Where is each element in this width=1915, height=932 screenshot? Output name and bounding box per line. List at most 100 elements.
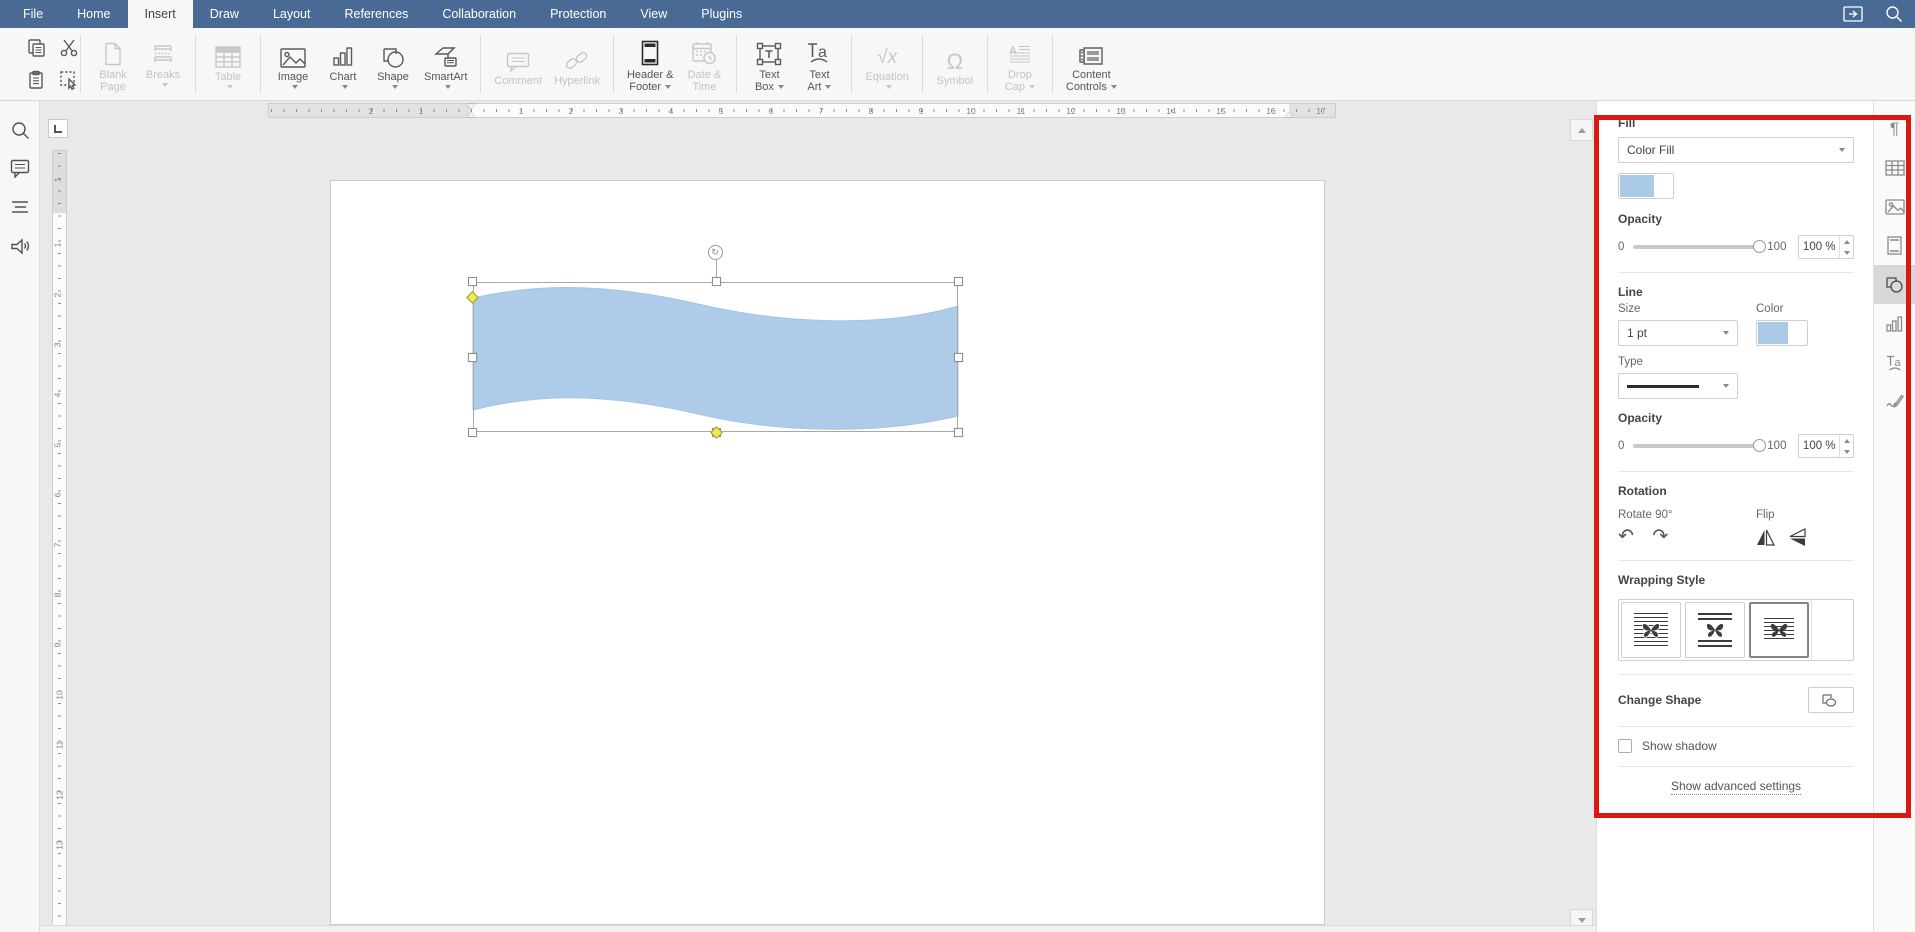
tab-collaboration[interactable]: Collaboration — [425, 0, 533, 28]
blank-page-button[interactable]: Blank Page — [90, 34, 136, 95]
flip-horizontal-icon[interactable] — [1756, 529, 1775, 546]
rotate-clockwise-icon[interactable]: ↷ — [1652, 526, 1668, 547]
date-time-button[interactable]: Date & Time — [681, 34, 727, 95]
first-line-indent-marker[interactable] — [467, 104, 475, 109]
shape-settings-icon[interactable] — [1874, 265, 1915, 304]
tab-insert[interactable]: Insert — [127, 0, 193, 28]
open-file-location-icon[interactable] — [1843, 6, 1863, 22]
resize-handle-ne[interactable] — [954, 277, 963, 286]
tab-view[interactable]: View — [623, 0, 684, 28]
paragraph-settings-icon[interactable]: ¶ — [1874, 109, 1915, 148]
shape-button[interactable]: Shape — [370, 36, 416, 93]
comment-button[interactable]: Comment — [490, 40, 546, 89]
tab-protection[interactable]: Protection — [533, 0, 623, 28]
resize-handle-n[interactable] — [711, 277, 721, 286]
rotation-handle[interactable]: ↻ — [707, 245, 723, 260]
drop-cap-button[interactable]: A Drop Cap — [997, 34, 1043, 95]
scroll-up-button[interactable] — [1570, 119, 1593, 141]
fill-opacity-input[interactable]: 100 % — [1798, 235, 1854, 259]
resize-handle-nw[interactable] — [468, 277, 477, 286]
text-art-button[interactable]: a Text Art — [796, 34, 842, 95]
wrap-option-square[interactable] — [1621, 602, 1681, 658]
line-opacity-input[interactable]: 100 % — [1798, 434, 1854, 458]
content-controls-button[interactable]: Content Controls — [1062, 34, 1121, 95]
resize-handle-sw[interactable] — [468, 428, 477, 437]
horizontal-scrollbar[interactable] — [40, 925, 1596, 932]
chart-icon — [332, 38, 354, 68]
change-shape-button[interactable] — [1808, 687, 1854, 713]
wrapping-style-selector — [1618, 599, 1854, 661]
tab-stop-l-icon — [54, 124, 62, 133]
ruler-number: 13 — [54, 840, 65, 850]
ruler-corner-tab-selector[interactable] — [48, 119, 68, 138]
ruler-number: 5 — [718, 106, 724, 116]
equation-icon: √x — [877, 46, 898, 68]
rotate-counterclockwise-icon[interactable]: ↶ — [1618, 526, 1634, 547]
step-down-icon[interactable] — [1843, 449, 1850, 454]
breaks-icon — [151, 36, 175, 66]
chart-button[interactable]: Chart — [320, 36, 366, 93]
ruler-number: 16 — [1266, 106, 1276, 116]
line-color-picker[interactable] — [1756, 320, 1808, 346]
svg-text:A: A — [1009, 45, 1017, 57]
signature-settings-icon[interactable] — [1874, 382, 1915, 421]
chevron-down-icon — [665, 84, 672, 89]
fill-opacity-slider[interactable] — [1633, 240, 1767, 253]
chart-settings-icon[interactable] — [1874, 304, 1915, 343]
rotate-90-label: Rotate 90° — [1618, 509, 1673, 521]
line-opacity-title: Opacity — [1618, 411, 1663, 425]
breaks-button[interactable]: Breaks — [140, 34, 186, 91]
hyperlink-button[interactable]: Hyperlink — [550, 40, 604, 89]
line-opacity-slider[interactable] — [1633, 439, 1767, 452]
vertical-ruler[interactable]: 1 1 2 3 4 5 6 7 8 9 10 11 12 13 — [52, 150, 67, 930]
wrap-option-top-and-bottom[interactable] — [1685, 602, 1745, 658]
document-canvas[interactable]: 2 1 1 2 3 4 5 6 7 8 9 10 11 12 13 14 15 16 17 1 1 2 3 4 5 6 7 8 9 10… — [40, 101, 1596, 932]
header-footer-settings-icon[interactable] — [1874, 226, 1915, 265]
fill-type-dropdown[interactable]: Color Fill — [1618, 137, 1854, 163]
fill-color-picker[interactable] — [1618, 173, 1674, 199]
slider-thumb[interactable] — [1753, 240, 1767, 253]
line-type-label: Type — [1618, 356, 1643, 368]
image-button[interactable]: Image — [270, 36, 316, 93]
resize-handle-w[interactable] — [468, 353, 477, 362]
resize-handle-se[interactable] — [954, 428, 963, 437]
image-settings-icon[interactable] — [1874, 187, 1915, 226]
wrap-option-in-front-of-text[interactable] — [1749, 602, 1809, 658]
wrapping-more-dropdown[interactable] — [1811, 600, 1833, 660]
table-button[interactable]: Table — [205, 36, 251, 93]
tab-plugins[interactable]: Plugins — [684, 0, 759, 28]
flip-vertical-icon[interactable] — [1789, 527, 1806, 547]
table-settings-icon[interactable] — [1874, 148, 1915, 187]
line-type-dropdown[interactable] — [1618, 373, 1738, 399]
search-icon[interactable] — [1885, 5, 1903, 23]
hanging-indent-marker[interactable] — [467, 112, 475, 117]
step-up-icon[interactable] — [1843, 239, 1850, 244]
line-size-dropdown[interactable]: 1 pt — [1618, 320, 1738, 346]
header-footer-button[interactable]: Header & Footer — [623, 34, 677, 95]
slider-thumb[interactable] — [1753, 439, 1767, 452]
right-indent-marker[interactable] — [1285, 112, 1293, 117]
smartart-button[interactable]: SmartArt — [420, 36, 471, 93]
step-up-icon[interactable] — [1843, 438, 1850, 443]
equation-button[interactable]: √x Equation — [861, 36, 912, 93]
tab-draw[interactable]: Draw — [193, 0, 256, 28]
step-down-icon[interactable] — [1843, 250, 1850, 255]
feedback-icon[interactable] — [9, 235, 31, 257]
show-shadow-checkbox[interactable] — [1618, 739, 1632, 753]
chevron-down-icon — [392, 84, 398, 89]
comments-icon[interactable] — [9, 157, 31, 179]
tab-file[interactable]: File — [6, 0, 60, 28]
text-art-settings-icon[interactable]: a — [1874, 343, 1915, 382]
symbol-button[interactable]: Ω Symbol — [932, 40, 978, 89]
tab-home[interactable]: Home — [60, 0, 127, 28]
tab-layout[interactable]: Layout — [256, 0, 328, 28]
horizontal-ruler[interactable]: 2 1 1 2 3 4 5 6 7 8 9 10 11 12 13 14 15 16 17 — [268, 103, 1336, 118]
show-advanced-settings-link[interactable]: Show advanced settings — [1618, 779, 1854, 795]
wave-shape[interactable]: ↻ — [466, 245, 963, 439]
navigation-icon[interactable] — [9, 196, 31, 218]
resize-handle-e[interactable] — [954, 353, 963, 362]
search-icon[interactable] — [9, 119, 31, 141]
text-box-button[interactable]: Text Box — [746, 34, 792, 95]
ruler-number: 4 — [52, 392, 63, 398]
tab-references[interactable]: References — [327, 0, 425, 28]
